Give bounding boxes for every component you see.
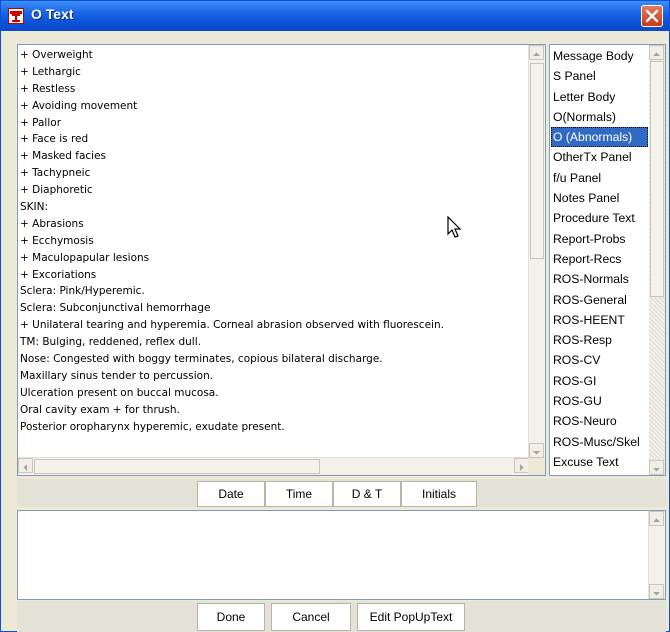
- panel-list-item[interactable]: ROS-Resp: [551, 330, 648, 350]
- scroll-thumb[interactable]: [530, 63, 544, 259]
- panel-list-item[interactable]: Notes Panel: [551, 188, 648, 208]
- panel-list-item[interactable]: ROS-Normals: [551, 269, 648, 289]
- text-line: + Avoiding movement: [20, 99, 138, 112]
- arrow-left-icon: [23, 464, 27, 471]
- arrow-up-icon: [653, 52, 660, 56]
- text-line: Posterior oropharynx hyperemic, exudate …: [20, 420, 285, 433]
- notes-textarea[interactable]: [17, 510, 666, 600]
- arrow-right-icon: [520, 464, 524, 471]
- text-line: Maxillary sinus tender to percussion.: [20, 369, 214, 382]
- panel-list-item[interactable]: ROS-Neuro: [551, 411, 648, 431]
- panel-list-item[interactable]: OtherTx Panel: [551, 147, 648, 167]
- list-scroll-up-button[interactable]: [649, 45, 664, 60]
- text-line: + Lethargic: [20, 65, 81, 78]
- panel-list-item[interactable]: ROS-General: [551, 290, 648, 310]
- text-line: + Unilateral tearing and hyperemia. Corn…: [20, 319, 444, 332]
- notes-scrollbar[interactable]: [648, 511, 665, 599]
- scroll-down-button[interactable]: [529, 443, 544, 458]
- notes-scroll-down-button[interactable]: [649, 584, 664, 599]
- text-line: SKIN:: [20, 201, 49, 214]
- edit-popup-text-button[interactable]: Edit PopUpText: [357, 603, 465, 631]
- done-button[interactable]: Done: [197, 603, 265, 631]
- text-line: Oral cavity exam + for thrush.: [20, 403, 180, 416]
- text-line: TM: Bulging, reddened, reflex dull.: [20, 336, 201, 349]
- panel-list-items[interactable]: Message Body S Panel Letter Body O(Normals)…: [551, 46, 648, 472]
- list-scroll-down-button[interactable]: [649, 460, 664, 475]
- close-icon: [645, 9, 659, 23]
- arrow-up-icon: [533, 52, 540, 56]
- panel-list-item[interactable]: Procedure Text: [551, 208, 648, 228]
- panel-list-item[interactable]: O(Normals): [551, 107, 648, 127]
- text-line: + Diaphoretic: [20, 184, 93, 197]
- arrow-up-icon: [653, 518, 660, 522]
- panel-list-item[interactable]: S Panel: [551, 66, 648, 86]
- panel-list-item[interactable]: Message Body: [551, 46, 648, 66]
- text-line: Neck/Lymph:: [20, 452, 527, 455]
- panel-list-item[interactable]: f/u Panel: [551, 168, 648, 188]
- time-button[interactable]: Time: [265, 481, 333, 507]
- scroll-right-button[interactable]: [514, 458, 529, 473]
- close-button[interactable]: [641, 5, 663, 27]
- text-line: [20, 435, 527, 452]
- panel-list-item[interactable]: O (Abnormals): [551, 127, 648, 148]
- panel-list-item[interactable]: Report-Probs: [551, 229, 648, 249]
- mouse-pointer-icon: [447, 216, 462, 238]
- text-line: + Restless: [20, 82, 76, 95]
- text-line: Nose: Congested with boggy terminates, c…: [20, 353, 383, 366]
- text-content[interactable]: + Overweight + Lethargic + Restless + Avoid…: [20, 47, 527, 455]
- main-vertical-scrollbar[interactable]: [528, 45, 545, 458]
- insert-button-bar: Date Time D & T Initials: [17, 479, 666, 507]
- panel-list-item[interactable]: ROS-Musc/Skel: [551, 432, 648, 452]
- scroll-up-button[interactable]: [529, 45, 544, 60]
- text-line: Sclera: Pink/Hyperemic.: [20, 285, 145, 298]
- initials-button[interactable]: Initials: [401, 481, 477, 507]
- notes-scroll-up-button[interactable]: [649, 511, 664, 526]
- scroll-corner: [528, 458, 545, 475]
- main-text-area[interactable]: + Overweight + Lethargic + Restless + Avoid…: [17, 44, 546, 476]
- arrow-down-icon: [653, 468, 660, 472]
- panel-list-item[interactable]: ROS-HEENT: [551, 310, 648, 330]
- text-line: Sclera: Subconjunctival hemorrhage: [20, 302, 211, 315]
- text-line: + Excoriations: [20, 268, 97, 281]
- panel-list[interactable]: Message Body S Panel Letter Body O(Normals)…: [549, 44, 666, 476]
- text-line: + Maculopapular lesions: [20, 251, 150, 264]
- text-line: + Face is red: [20, 133, 89, 146]
- text-line: + Overweight: [20, 49, 93, 61]
- app-icon: [8, 8, 24, 24]
- text-line: + Masked facies: [20, 150, 107, 163]
- window-title: O Text: [31, 6, 74, 22]
- date-time-button[interactable]: D & T: [333, 481, 401, 507]
- horizontal-scroll-thumb[interactable]: [34, 459, 320, 474]
- scroll-left-button[interactable]: [18, 458, 33, 473]
- panel-list-item[interactable]: Excuse Text: [551, 452, 648, 472]
- main-horizontal-scrollbar[interactable]: [18, 457, 529, 475]
- panel-list-item[interactable]: ROS-GI: [551, 371, 648, 391]
- arrow-down-icon: [653, 592, 660, 596]
- panel-list-item[interactable]: Report-Recs: [551, 249, 648, 269]
- panel-list-item[interactable]: ROS-CV: [551, 350, 648, 370]
- text-line: Ulceration present on buccal mucosa.: [20, 386, 219, 399]
- panel-list-item[interactable]: ROS-GU: [551, 391, 648, 411]
- text-line: + Tachypneic: [20, 167, 91, 180]
- panel-list-item[interactable]: Letter Body: [551, 87, 648, 107]
- o-text-window: O Text + Overweight + Lethargic + Restless…: [0, 0, 670, 632]
- panel-list-scrollbar[interactable]: [649, 45, 665, 475]
- date-button[interactable]: Date: [197, 481, 265, 507]
- cancel-button[interactable]: Cancel: [271, 603, 351, 631]
- title-bar[interactable]: O Text: [1, 1, 669, 31]
- list-scroll-thumb[interactable]: [650, 61, 664, 297]
- text-line: + Pallor: [20, 116, 62, 129]
